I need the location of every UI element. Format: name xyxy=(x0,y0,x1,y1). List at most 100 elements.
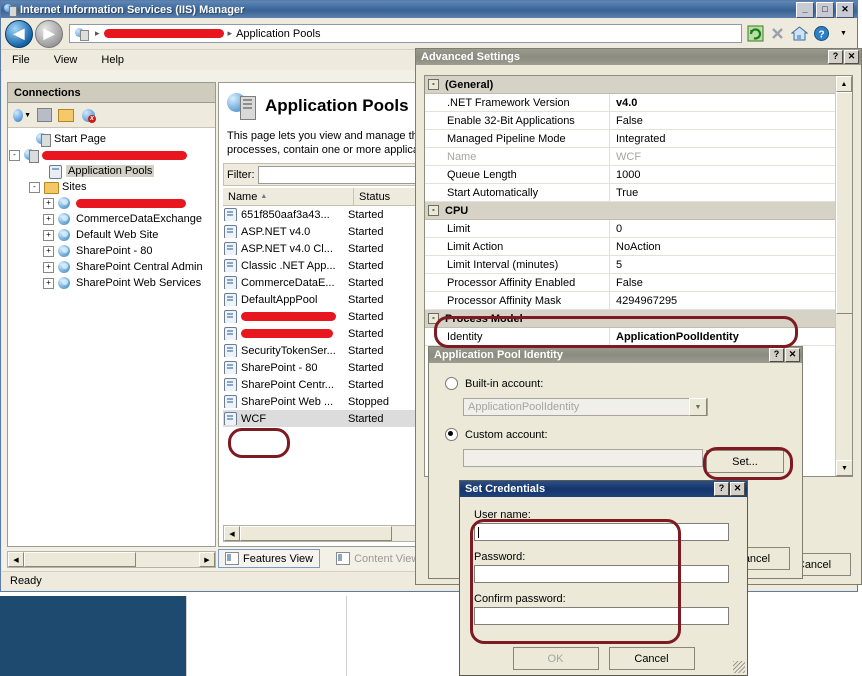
column-header[interactable]: Name ▲ xyxy=(223,188,354,205)
hscroll-left-arrow[interactable]: ◀ xyxy=(224,526,240,541)
adv-scroll-thumb[interactable] xyxy=(836,92,852,314)
tree-expander[interactable]: + xyxy=(43,277,54,289)
property-row[interactable]: Name WCF xyxy=(425,148,836,166)
refresh-icon[interactable] xyxy=(746,24,765,43)
menu-view[interactable]: View xyxy=(51,53,81,67)
chevron-down-icon[interactable]: ▼ xyxy=(689,398,707,416)
set-credentials-help-button[interactable]: ? xyxy=(714,482,729,496)
minimize-button[interactable]: _ xyxy=(796,1,814,18)
set-credentials-close-button[interactable]: ✕ xyxy=(730,482,745,496)
property-value[interactable]: 0 xyxy=(610,220,836,237)
property-value[interactable]: Integrated xyxy=(610,130,836,147)
tree-node[interactable]: + xyxy=(9,195,214,211)
property-value[interactable]: NoAction xyxy=(610,238,836,255)
advanced-settings-vertical-scrollbar[interactable]: ▲ ▼ xyxy=(835,76,852,476)
group-collapse-toggle[interactable]: - xyxy=(428,79,439,90)
adv-scroll-up-arrow[interactable]: ▲ xyxy=(836,76,852,92)
tree-node[interactable]: - xyxy=(9,147,214,163)
connections-horizontal-scrollbar[interactable]: ◀ ▶ xyxy=(7,551,216,568)
tree-node[interactable]: + SharePoint Central Admin xyxy=(9,259,214,275)
property-value[interactable]: v4.0 xyxy=(610,94,836,111)
tree-node[interactable]: + CommerceDataExchange xyxy=(9,211,214,227)
username-input[interactable] xyxy=(474,523,729,541)
property-row[interactable]: Queue Length 1000 xyxy=(425,166,836,184)
tree-node[interactable]: + SharePoint - 80 xyxy=(9,243,214,259)
property-row[interactable]: .NET Framework Version v4.0 xyxy=(425,94,836,112)
tree-node[interactable]: + Default Web Site xyxy=(9,227,214,243)
property-value[interactable]: False xyxy=(610,274,836,291)
tree-node[interactable]: Start Page xyxy=(9,131,214,147)
menu-help[interactable]: Help xyxy=(98,53,127,67)
tree-expander[interactable]: - xyxy=(29,181,40,193)
property-row[interactable]: Identity ApplicationPoolIdentity xyxy=(425,328,836,346)
tree-expander[interactable]: + xyxy=(43,245,54,257)
set-credentials-ok-button[interactable]: OK xyxy=(512,647,599,670)
help-icon[interactable]: ? xyxy=(812,24,831,43)
conn-hscroll-thumb[interactable] xyxy=(24,552,136,567)
property-row[interactable]: Processor Affinity Mask 4294967295 xyxy=(425,292,836,310)
property-value[interactable]: False xyxy=(610,112,836,129)
tree-expander[interactable]: + xyxy=(43,197,54,209)
property-row[interactable]: Processor Affinity Enabled False xyxy=(425,274,836,292)
set-credentials-button[interactable]: Set... xyxy=(706,450,784,473)
save-icon[interactable] xyxy=(35,106,53,124)
property-value[interactable]: True xyxy=(610,184,836,201)
close-button[interactable]: ✕ xyxy=(836,1,854,18)
tree-node[interactable]: + SharePoint Web Services xyxy=(9,275,214,291)
adv-scroll-down-arrow[interactable]: ▼ xyxy=(836,460,852,476)
property-group-header[interactable]: - CPU xyxy=(425,202,836,220)
property-value[interactable]: 1000 xyxy=(610,166,836,183)
builtin-account-radio[interactable] xyxy=(445,377,458,390)
property-row[interactable]: Limit Action NoAction xyxy=(425,238,836,256)
property-value[interactable]: 5 xyxy=(610,256,836,273)
connect-icon[interactable]: ▼ xyxy=(13,106,31,124)
app-pool-identity-close-button[interactable]: ✕ xyxy=(785,348,800,362)
disconnect-icon[interactable]: x xyxy=(79,106,97,124)
custom-account-input[interactable] xyxy=(463,449,703,467)
maximize-button[interactable]: □ xyxy=(816,1,834,18)
property-value[interactable]: ApplicationPoolIdentity xyxy=(610,328,836,345)
builtin-account-select[interactable]: ApplicationPoolIdentity ▼ xyxy=(463,398,708,416)
property-row[interactable]: Limit 0 xyxy=(425,220,836,238)
breadcrumb-current[interactable]: Application Pools xyxy=(236,28,320,40)
property-row[interactable]: Enable 32-Bit Applications False xyxy=(425,112,836,130)
tree-expander[interactable]: - xyxy=(9,149,20,161)
property-group-header[interactable]: - (General) xyxy=(425,76,836,94)
custom-account-row[interactable]: Custom account: xyxy=(429,428,802,441)
hscroll-thumb[interactable] xyxy=(240,526,392,541)
confirm-password-input[interactable] xyxy=(474,607,729,625)
advanced-settings-close-button[interactable]: ✕ xyxy=(844,50,859,64)
tree-expander[interactable]: + xyxy=(43,229,54,241)
group-collapse-toggle[interactable]: - xyxy=(428,313,439,324)
tree-expander[interactable]: + xyxy=(43,213,54,225)
custom-account-radio[interactable] xyxy=(445,428,458,441)
back-button[interactable]: ◀ xyxy=(5,19,33,48)
property-value[interactable]: WCF xyxy=(610,148,836,165)
forward-button[interactable]: ▶ xyxy=(35,19,63,48)
menu-file[interactable]: File xyxy=(9,53,33,67)
property-row[interactable]: Limit Interval (minutes) 5 xyxy=(425,256,836,274)
tab-features-view[interactable]: Features View xyxy=(218,549,321,568)
property-row[interactable]: Start Automatically True xyxy=(425,184,836,202)
help-dropdown-caret-icon[interactable]: ▼ xyxy=(834,24,853,43)
advanced-settings-help-button[interactable]: ? xyxy=(828,50,843,64)
group-collapse-toggle[interactable]: - xyxy=(428,205,439,216)
tree-expander[interactable]: + xyxy=(43,261,54,273)
app-pool-identity-help-button[interactable]: ? xyxy=(769,348,784,362)
conn-hscroll-left-arrow[interactable]: ◀ xyxy=(8,552,24,567)
tab-content-view[interactable]: Content View xyxy=(330,550,425,567)
tree-node[interactable]: - Sites xyxy=(9,179,214,195)
builtin-account-row[interactable]: Built-in account: xyxy=(429,377,802,390)
home-icon[interactable] xyxy=(790,24,809,43)
conn-hscroll-right-arrow[interactable]: ▶ xyxy=(199,552,215,567)
tree-node[interactable]: Application Pools xyxy=(9,163,214,179)
property-value[interactable]: 4294967295 xyxy=(610,292,836,309)
password-input[interactable] xyxy=(474,565,729,583)
breadcrumb-address-field[interactable]: ▸ ▸ Application Pools xyxy=(69,24,742,43)
property-row[interactable]: Managed Pipeline Mode Integrated xyxy=(425,130,836,148)
open-icon[interactable] xyxy=(57,106,75,124)
breadcrumb-server-redacted[interactable] xyxy=(103,29,224,38)
set-credentials-cancel-button[interactable]: Cancel xyxy=(608,647,695,670)
resize-grip[interactable] xyxy=(733,661,745,673)
property-group-header[interactable]: - Process Model xyxy=(425,310,836,328)
